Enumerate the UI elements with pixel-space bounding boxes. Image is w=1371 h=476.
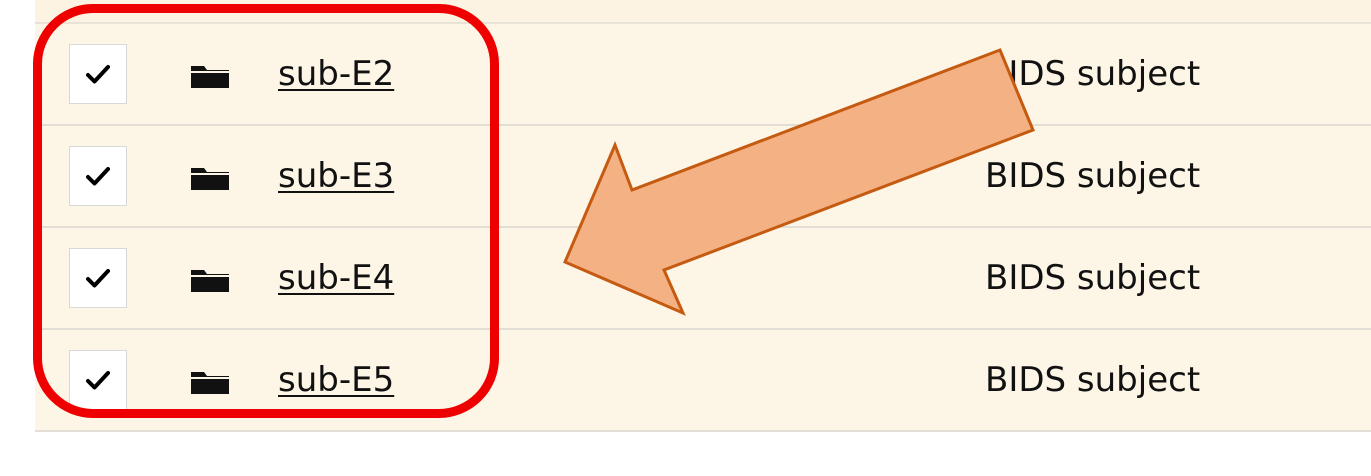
checkmark-icon (86, 65, 110, 84)
type-label: BIDS subject (985, 360, 1201, 400)
checkmark-icon (86, 371, 110, 390)
table-bottom-border (35, 430, 1371, 432)
table-top-strip (35, 0, 1371, 24)
type-label: BIDS subject (985, 54, 1201, 94)
type-label: BIDS subject (985, 156, 1201, 196)
folder-icon (190, 369, 230, 395)
table-row: sub-E4 BIDS subject (35, 228, 1371, 330)
row-checkbox[interactable] (69, 350, 127, 410)
subject-link[interactable]: sub-E5 (278, 360, 394, 400)
folder-icon (190, 267, 230, 293)
row-checkbox[interactable] (69, 44, 127, 104)
table-row: sub-E3 BIDS subject (35, 126, 1371, 228)
checkmark-icon (86, 167, 110, 186)
checkmark-icon (86, 269, 110, 288)
subject-link[interactable]: sub-E4 (278, 258, 394, 298)
folder-icon (190, 165, 230, 191)
folder-icon (190, 63, 230, 89)
subject-link[interactable]: sub-E3 (278, 156, 394, 196)
type-label: BIDS subject (985, 258, 1201, 298)
table-row: sub-E2 BIDS subject (35, 24, 1371, 126)
file-table: sub-E2 BIDS subject sub-E3 BIDS subject (35, 0, 1371, 432)
subject-link[interactable]: sub-E2 (278, 54, 394, 94)
row-checkbox[interactable] (69, 248, 127, 308)
table-row: sub-E5 BIDS subject (35, 330, 1371, 432)
row-checkbox[interactable] (69, 146, 127, 206)
